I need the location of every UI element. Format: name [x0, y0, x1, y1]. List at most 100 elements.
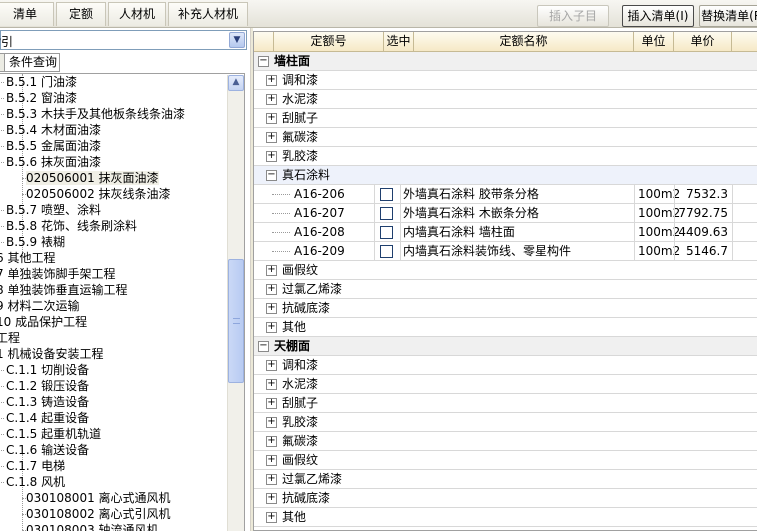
collapse-icon[interactable]: − — [266, 170, 277, 181]
expand-icon[interactable]: + — [266, 75, 277, 86]
collapse-icon[interactable]: − — [258, 341, 269, 352]
header-quota-number[interactable]: 定额号 — [274, 32, 384, 52]
tree-item[interactable]: C.1.7 电梯 — [0, 458, 65, 474]
insert-sub-item-button[interactable]: 插入子目 — [537, 5, 609, 27]
tree-item[interactable]: B.5.5 金属面油漆 — [0, 138, 101, 154]
tree-item[interactable]: B.5.1 门油漆 — [0, 74, 77, 90]
expand-icon[interactable]: + — [266, 113, 277, 124]
tree-item[interactable]: B.5.7 喷塑、涂料 — [0, 202, 101, 218]
chevron-down-icon[interactable]: ▼ — [229, 32, 245, 48]
tree-item[interactable]: 10 成品保护工程 — [0, 314, 87, 330]
grid-category-row[interactable]: + 调和漆 — [254, 356, 757, 375]
tab-list[interactable]: 清单 — [0, 2, 54, 26]
tree-item[interactable]: 030108002 离心式引风机 — [22, 506, 171, 522]
header-unit-price[interactable]: 单价 — [674, 32, 732, 52]
tree-item[interactable]: 030108003 轴流通风机 — [22, 522, 159, 531]
tab-supplement-labor-material-machine[interactable]: 补充人材机 — [168, 2, 248, 26]
grid-group-row[interactable]: − 墙柱面 — [254, 52, 757, 71]
expand-icon[interactable]: + — [266, 303, 277, 314]
tree-item[interactable]: B.5.4 木材面油漆 — [0, 122, 101, 138]
grid-category-row[interactable]: + 刮腻子 — [254, 109, 757, 128]
grid-category-row[interactable]: + 抗碱底漆 — [254, 489, 757, 508]
grid-category-row[interactable]: + 过氯乙烯漆 — [254, 470, 757, 489]
grid-group-row[interactable]: − 天棚面 — [254, 337, 757, 356]
quota-unit-price: 5146.7 — [686, 244, 728, 258]
grid-column-divider — [732, 223, 733, 242]
collapse-icon[interactable]: − — [258, 56, 269, 67]
expand-icon[interactable]: + — [266, 455, 277, 466]
expand-icon[interactable]: + — [266, 322, 277, 333]
tree-item[interactable]: C.1.2 锻压设备 — [0, 378, 89, 394]
chevron-up-icon[interactable]: ▲ — [228, 75, 244, 91]
expand-icon[interactable]: + — [266, 265, 277, 276]
expand-icon[interactable]: + — [266, 417, 277, 428]
grid-category-row[interactable]: + 刮腻子 — [254, 394, 757, 413]
expand-icon[interactable]: + — [266, 436, 277, 447]
insert-list-button[interactable]: 插入清单(I) — [622, 5, 694, 27]
guide-select[interactable]: 指引 ▼ — [0, 30, 247, 50]
tree-item[interactable]: 7 单独装饰脚手架工程 — [0, 266, 115, 282]
grid-category-row[interactable]: + 氟碳漆 — [254, 128, 757, 147]
select-checkbox[interactable] — [380, 188, 393, 201]
tree-item[interactable]: B.5.3 木扶手及其他板条线条油漆 — [0, 106, 185, 122]
expand-icon[interactable]: + — [266, 151, 277, 162]
grid-quota-row[interactable]: A16-209 内墙真石涂料装饰线、零星构件 100m2 5146.7 — [254, 242, 757, 261]
grid-category-row[interactable]: + 画假纹 — [254, 451, 757, 470]
tree-item-selected[interactable]: 020506001 抹灰面油漆 — [22, 170, 159, 186]
replace-list-button[interactable]: 替换清单(R) — [699, 5, 757, 27]
expand-icon[interactable]: + — [266, 379, 277, 390]
tree-item[interactable]: B.5.2 窗油漆 — [0, 90, 77, 106]
tree-item[interactable]: 8 单独装饰垂直运输工程 — [0, 282, 127, 298]
tab-quota[interactable]: 定额 — [56, 2, 106, 26]
tree-item[interactable]: B.5.9 裱糊 — [0, 234, 65, 250]
tab-labor-material-machine[interactable]: 人材机 — [108, 2, 166, 26]
select-checkbox[interactable] — [380, 207, 393, 220]
grid-category-row[interactable]: + 氟碳漆 — [254, 432, 757, 451]
grid-category-row[interactable]: + 水泥漆 — [254, 375, 757, 394]
tree-item[interactable]: 9 材料二次运输 — [0, 298, 79, 314]
grid-category-row[interactable]: + 抗碱底漆 — [254, 299, 757, 318]
grid-category-row[interactable]: + 其他 — [254, 318, 757, 337]
header-quota-name[interactable]: 定额名称 — [414, 32, 634, 52]
tree-item[interactable]: C.1.1 切削设备 — [0, 362, 89, 378]
header-selected[interactable]: 选中 — [384, 32, 414, 52]
expand-icon[interactable]: + — [266, 512, 277, 523]
grid-category-row[interactable]: + 画假纹 — [254, 261, 757, 280]
expand-icon[interactable]: + — [266, 284, 277, 295]
expand-icon[interactable]: + — [266, 132, 277, 143]
grid-category-row[interactable]: + 过氯乙烯漆 — [254, 280, 757, 299]
expand-icon[interactable]: + — [266, 474, 277, 485]
grid-quota-row[interactable]: A16-207 外墙真石涂料 木嵌条分格 100m2 7792.75 — [254, 204, 757, 223]
tree-item[interactable]: B.5.6 抹灰面油漆 — [0, 154, 101, 170]
tree-item[interactable]: B.5.8 花饰、线条刷涂料 — [0, 218, 137, 234]
tree-item[interactable]: 6 其他工程 — [0, 250, 55, 266]
tree-scrollbar[interactable]: ▲ — [227, 75, 244, 531]
select-checkbox[interactable] — [380, 245, 393, 258]
grid-quota-row[interactable]: A16-208 内墙真石涂料 墙柱面 100m2 4409.63 — [254, 223, 757, 242]
expand-icon[interactable]: + — [266, 94, 277, 105]
tree-item[interactable]: C.1.5 起重机轨道 — [0, 426, 101, 442]
expand-icon[interactable]: + — [266, 360, 277, 371]
tree-item[interactable]: C.1.4 起重设备 — [0, 410, 89, 426]
grid-category-row[interactable]: − 真石涂料 — [254, 166, 757, 185]
grid-column-divider — [400, 185, 401, 204]
tree-item[interactable]: C.1.8 风机 — [0, 474, 65, 490]
select-checkbox[interactable] — [380, 226, 393, 239]
tree-item[interactable]: C.1.3 铸造设备 — [0, 394, 89, 410]
grid-category-row[interactable]: + 乳胶漆 — [254, 147, 757, 166]
tree-item[interactable]: 1 机械设备安装工程 — [0, 346, 103, 362]
expand-icon[interactable]: + — [266, 398, 277, 409]
grid-quota-row[interactable]: A16-206 外墙真石涂料 胶带条分格 100m2 7532.3 — [254, 185, 757, 204]
tree-item[interactable]: C.1.6 输送设备 — [0, 442, 89, 458]
grid-category-row[interactable]: + 水泥漆 — [254, 90, 757, 109]
grid-category-row[interactable]: + 调和漆 — [254, 71, 757, 90]
tree-item[interactable]: 工程 — [0, 330, 20, 346]
header-unit[interactable]: 单位 — [634, 32, 674, 52]
scrollbar-thumb[interactable] — [228, 259, 244, 383]
grid-category-row[interactable]: + 其他 — [254, 508, 757, 527]
expand-icon[interactable]: + — [266, 493, 277, 504]
tree-item[interactable]: 020506002 抹灰线条油漆 — [22, 186, 171, 202]
tab-condition-search[interactable]: 条件查询 — [4, 53, 60, 72]
grid-category-row[interactable]: + 乳胶漆 — [254, 413, 757, 432]
tree-item[interactable]: 030108001 离心式通风机 — [22, 490, 171, 506]
